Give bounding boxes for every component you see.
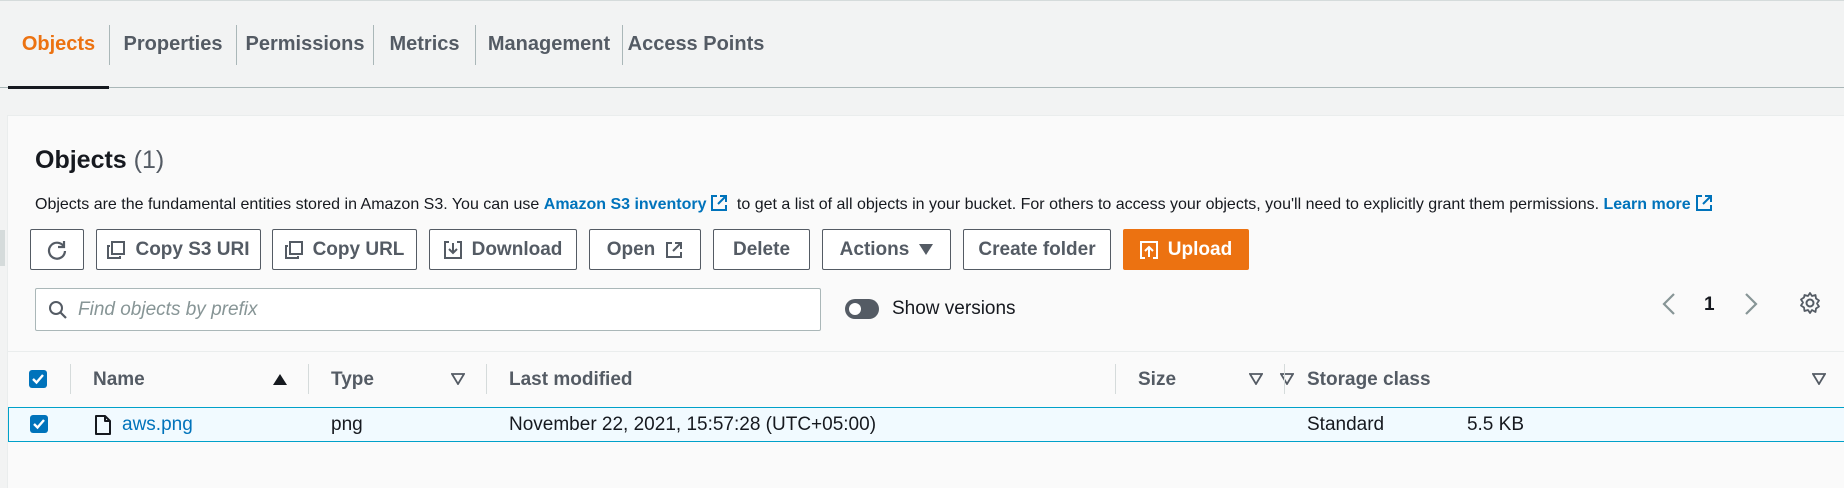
tab-metrics[interactable]: Metrics: [374, 1, 475, 88]
row-checkbox[interactable]: [30, 415, 48, 433]
actions-dropdown[interactable]: Actions: [822, 229, 951, 270]
tab-objects[interactable]: Objects: [8, 1, 109, 89]
upload-icon: [1139, 240, 1158, 259]
chevron-right-icon[interactable]: [1744, 292, 1758, 316]
column-divider: [70, 364, 71, 394]
description-text-2: to get a list of all objects in your buc…: [732, 196, 1604, 213]
search-input[interactable]: [78, 289, 808, 330]
column-divider: [308, 364, 309, 394]
table-row[interactable]: aws.png png November 22, 2021, 15:57:28 …: [8, 407, 1844, 442]
checkmark-icon: [33, 419, 45, 430]
search-box: [35, 288, 821, 331]
column-divider: [1115, 364, 1116, 394]
last-modified-cell: November 22, 2021, 15:57:28 (UTC+05:00): [509, 414, 877, 435]
object-type-cell: png: [331, 414, 363, 435]
panel-title: Objects (1): [35, 146, 164, 175]
upload-label: Upload: [1167, 238, 1233, 260]
size-cell: 5.5 KB: [1466, 414, 1524, 435]
create-folder-label: Create folder: [978, 238, 1096, 260]
search-icon: [49, 301, 67, 319]
checkmark-icon: [32, 374, 44, 385]
gear-icon[interactable]: [1798, 291, 1822, 315]
copy-s3-uri-button[interactable]: Copy S3 URI: [96, 229, 261, 270]
show-versions-label: Show versions: [892, 298, 1016, 319]
tab-management[interactable]: Management: [476, 1, 622, 88]
open-label: Open: [606, 238, 656, 260]
column-divider: [486, 364, 487, 394]
sort-icon[interactable]: [451, 373, 465, 385]
object-name-link[interactable]: aws.png: [122, 414, 193, 435]
select-all-checkbox[interactable]: [29, 370, 47, 388]
file-icon: [95, 415, 111, 435]
copy-icon: [107, 240, 126, 259]
object-count: (1): [133, 146, 165, 174]
learn-more-link[interactable]: Learn more: [1603, 196, 1690, 213]
upload-button[interactable]: Upload: [1123, 229, 1249, 270]
copy-icon: [284, 240, 303, 259]
scroll-edge-left: [0, 230, 5, 266]
tab-bar: Objects Properties Permissions Metrics M…: [0, 0, 1844, 89]
sort-ascending-icon[interactable]: [273, 373, 287, 385]
copy-s3-uri-label: Copy S3 URI: [135, 238, 250, 260]
objects-panel: Objects (1) Objects are the fundamental …: [7, 115, 1844, 488]
tab-access-points[interactable]: Access Points: [623, 1, 769, 88]
delete-label: Delete: [732, 238, 791, 260]
external-link-icon: [666, 241, 683, 258]
chevron-left-icon[interactable]: [1662, 292, 1676, 316]
refresh-icon: [47, 240, 67, 260]
column-header-name[interactable]: Name: [93, 352, 145, 407]
current-page[interactable]: 1: [1704, 294, 1715, 316]
download-button[interactable]: Download: [429, 229, 577, 270]
column-header-storage-class[interactable]: Storage class: [1307, 352, 1431, 407]
copy-url-button[interactable]: Copy URL: [272, 229, 417, 270]
refresh-button[interactable]: [30, 229, 84, 270]
download-icon: [443, 240, 462, 259]
panel-description: Objects are the fundamental entities sto…: [35, 194, 1717, 217]
external-link-icon[interactable]: [1695, 194, 1713, 217]
description-text-1: Objects are the fundamental entities sto…: [35, 196, 544, 213]
sort-icon[interactable]: [1249, 373, 1263, 385]
open-button[interactable]: Open: [589, 229, 701, 270]
sort-icon[interactable]: [1812, 373, 1826, 385]
create-folder-button[interactable]: Create folder: [963, 229, 1111, 270]
tab-properties[interactable]: Properties: [110, 1, 236, 88]
caret-down-icon: [919, 243, 934, 255]
show-versions-toggle[interactable]: [845, 299, 879, 319]
column-divider: [1284, 364, 1285, 394]
s3-inventory-link[interactable]: Amazon S3 inventory: [544, 196, 707, 213]
column-header-type[interactable]: Type: [331, 352, 374, 407]
download-label: Download: [471, 238, 563, 260]
sort-icon[interactable]: [1280, 373, 1294, 385]
delete-button[interactable]: Delete: [713, 229, 810, 270]
copy-url-label: Copy URL: [312, 238, 405, 260]
column-header-size[interactable]: Size: [1138, 352, 1176, 407]
panel-title-text: Objects: [35, 146, 127, 174]
column-header-last-modified[interactable]: Last modified: [509, 352, 633, 407]
toggle-knob: [849, 303, 861, 315]
actions-label: Actions: [839, 238, 910, 260]
storage-class-cell: Standard: [1307, 414, 1385, 435]
table-header: Name Type Last modified Size Storage cla…: [8, 351, 1844, 406]
object-name-cell: aws.png: [122, 414, 193, 436]
tab-permissions[interactable]: Permissions: [237, 1, 373, 88]
external-link-icon[interactable]: [710, 194, 728, 217]
